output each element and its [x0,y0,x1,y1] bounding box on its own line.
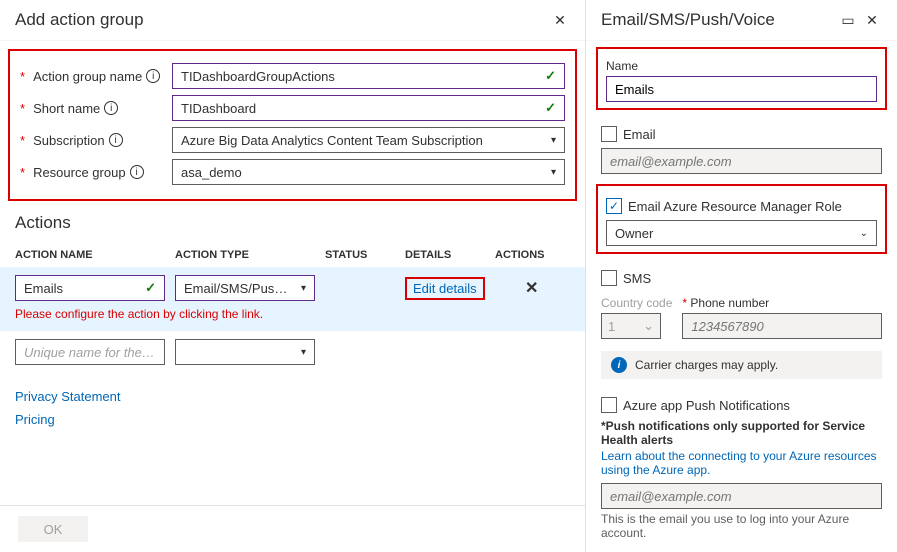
valid-check-icon: ✓ [545,100,556,116]
actions-table-header: Action Name Action Type Status Details A… [0,239,585,267]
action-type-select[interactable]: Email/SMS/Push/V... ▾ [175,275,315,301]
chevron-down-icon: ▾ [301,283,306,294]
new-action-name-field[interactable]: Unique name for the act... [15,339,165,365]
push-check-row[interactable]: Azure app Push Notifications [601,397,882,413]
pane-header: Add action group ✕ [0,0,585,41]
col-status: Status [325,249,405,261]
remove-action-icon[interactable]: ✕ [525,280,538,297]
push-help-text: This is the email you use to log into yo… [601,512,882,540]
footer: OK [0,505,585,552]
push-learn-link[interactable]: Learn about the connecting to your Azure… [601,449,882,477]
country-code-label: Country code [601,296,672,310]
phone-label: * Phone number [682,296,882,310]
info-icon: i [611,357,627,373]
chevron-down-icon: ▾ [301,347,306,358]
edit-details-link[interactable]: Edit details [413,281,477,296]
footer-links: Privacy Statement Pricing [0,373,585,443]
new-action-type-select[interactable]: ▾ [175,339,315,365]
right-pane-title: Email/SMS/Push/Voice [601,10,834,30]
chevron-down-icon: ▾ [551,135,556,146]
select-resource-group[interactable]: asa_demo ▾ [172,159,565,185]
close-icon[interactable]: ✕ [550,10,570,30]
required-star: * [20,69,25,84]
info-icon[interactable]: i [130,165,144,179]
row-resource-group: * Resource group i asa_demo ▾ [20,159,565,185]
email-sms-push-voice-pane: Email/SMS/Push/Voice ▭ ✕ Name Email ✓ Em… [586,0,897,552]
country-code-select[interactable]: 1 ⌄ [601,313,661,339]
col-action-name: Action Name [15,249,175,261]
label-short-name: * Short name i [20,101,172,116]
col-details: Details [405,249,495,261]
top-form-highlight: * Action group name i TIDashboardGroupAc… [8,49,577,201]
valid-check-icon: ✓ [545,68,556,84]
push-checkbox[interactable] [601,397,617,413]
email-checkbox[interactable] [601,126,617,142]
arm-role-select[interactable]: Owner ⌄ [606,220,877,246]
col-actions: Actions [495,249,570,261]
arm-role-highlight: ✓ Email Azure Resource Manager Role Owne… [596,184,887,254]
chevron-down-icon: ⌄ [860,228,868,239]
sms-check-row[interactable]: SMS [601,270,882,286]
arm-role-check-row[interactable]: ✓ Email Azure Resource Manager Role [606,198,877,214]
privacy-statement-link[interactable]: Privacy Statement [15,389,570,404]
email-check-row[interactable]: Email [601,126,882,142]
name-label: Name [606,59,877,73]
close-icon[interactable]: ✕ [862,10,882,30]
label-subscription: * Subscription i [20,133,172,148]
configure-hint: Please configure the action by clicking … [15,307,570,321]
name-input[interactable] [606,76,877,102]
email-input[interactable] [601,148,882,174]
maximize-icon[interactable]: ▭ [838,10,858,30]
right-pane-header: Email/SMS/Push/Voice ▭ ✕ [586,0,897,41]
action-row-highlighted: Emails ✓ Email/SMS/Push/V... ▾ Edit deta… [0,267,585,331]
label-action-group-name: * Action group name i [20,69,172,84]
sms-checkbox[interactable] [601,270,617,286]
select-subscription[interactable]: Azure Big Data Analytics Content Team Su… [172,127,565,153]
phone-input[interactable] [682,313,882,339]
row-action-group-name: * Action group name i TIDashboardGroupAc… [20,63,565,89]
actions-title: Actions [0,209,585,239]
name-highlight: Name [596,47,887,110]
info-icon[interactable]: i [109,133,123,147]
col-action-type: Action Type [175,249,325,261]
push-email-input[interactable] [601,483,882,509]
ok-button[interactable]: OK [18,516,88,542]
carrier-charges-banner: i Carrier charges may apply. [601,351,882,379]
info-icon[interactable]: i [146,69,160,83]
row-subscription: * Subscription i Azure Big Data Analytic… [20,127,565,153]
label-resource-group: * Resource group i [20,165,172,180]
input-short-name[interactable]: TIDashboard ✓ [172,95,565,121]
arm-role-checkbox[interactable]: ✓ [606,198,622,214]
push-note: *Push notifications only supported for S… [601,419,882,447]
add-action-group-pane: Add action group ✕ * Action group name i… [0,0,586,552]
chevron-down-icon: ⌄ [643,318,654,334]
row-short-name: * Short name i TIDashboard ✓ [20,95,565,121]
edit-details-highlight: Edit details [405,277,485,300]
pricing-link[interactable]: Pricing [15,412,570,427]
sms-phone-row: Country code 1 ⌄ * Phone number [601,292,882,339]
valid-check-icon: ✓ [145,280,156,296]
chevron-down-icon: ▾ [551,167,556,178]
action-name-field[interactable]: Emails ✓ [15,275,165,301]
input-action-group-name[interactable]: TIDashboardGroupActions ✓ [172,63,565,89]
pane-title: Add action group [15,10,546,30]
info-icon[interactable]: i [104,101,118,115]
